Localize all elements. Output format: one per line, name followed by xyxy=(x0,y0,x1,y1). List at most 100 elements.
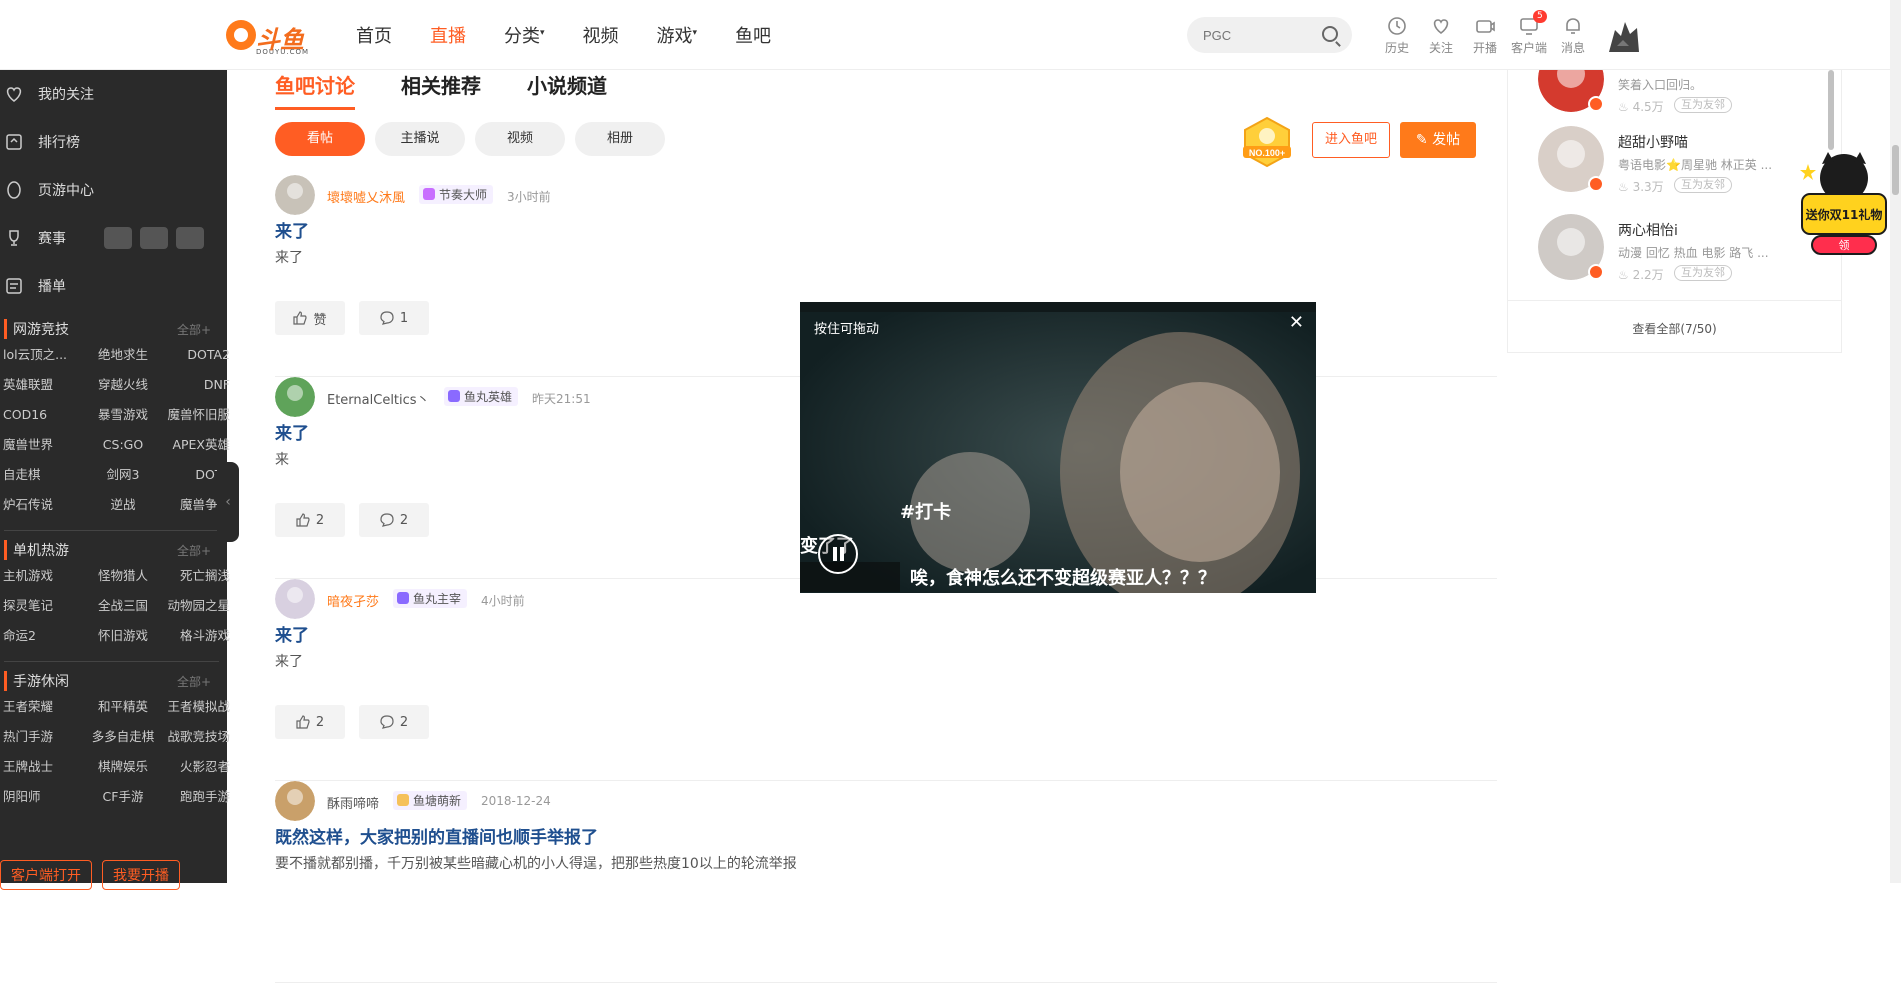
user-avatar[interactable] xyxy=(275,175,315,215)
category-title[interactable]: 手游休闲 xyxy=(4,671,69,691)
category-link[interactable]: 格斗游戏 xyxy=(163,621,230,651)
panel-scrollbar[interactable] xyxy=(1828,70,1834,150)
comment-button[interactable]: 1 xyxy=(359,301,429,335)
category-link[interactable]: 和平精英 xyxy=(83,692,163,722)
sidebar-collapse-toggle[interactable]: ‹ xyxy=(217,462,239,542)
category-link[interactable]: COD16 xyxy=(3,400,83,430)
category-link[interactable]: 魔兽世界 xyxy=(3,430,83,460)
category-link[interactable]: 主机游戏 xyxy=(3,561,83,591)
category-link[interactable]: 全战三国 xyxy=(83,591,163,621)
category-link[interactable]: CS:GO xyxy=(83,430,163,460)
page-scrollbar[interactable] xyxy=(1890,0,1901,883)
post-title[interactable]: 来了 xyxy=(275,217,309,242)
category-link[interactable]: 剑网3 xyxy=(83,460,163,490)
double11-gift-promo[interactable]: 送你双11礼物 领 xyxy=(1798,150,1890,262)
category-link[interactable]: 棋牌娱乐 xyxy=(83,752,163,782)
user-avatar[interactable] xyxy=(275,781,315,821)
filter-pill[interactable]: 看帖 xyxy=(275,122,365,156)
tournament-logo-icon[interactable] xyxy=(140,227,168,249)
category-link[interactable]: APEX英雄 xyxy=(163,430,230,460)
category-link[interactable]: 命运2 xyxy=(3,621,83,651)
comment-button[interactable]: 2 xyxy=(359,503,429,537)
comment-button[interactable]: 2 xyxy=(359,705,429,739)
category-link[interactable]: 跑跑手游 xyxy=(163,782,230,812)
category-link[interactable]: 死亡搁浅 xyxy=(163,561,230,591)
header-history-button[interactable]: 历史 xyxy=(1375,16,1419,56)
category-link[interactable]: 多多自走棋 xyxy=(83,722,163,752)
content-tab[interactable]: 鱼吧讨论 xyxy=(275,70,355,110)
close-video-icon[interactable]: ✕ xyxy=(1289,312,1304,333)
category-link[interactable]: 暴雪游戏 xyxy=(83,400,163,430)
filter-pill[interactable]: 主播说 xyxy=(375,122,465,156)
category-link[interactable]: CF手游 xyxy=(83,782,163,812)
recommended-user[interactable]: 两心相怡i 动漫 回忆 热血 电影 路飞 ... ♨ 2.2万 互为友邻 xyxy=(1538,214,1828,284)
pause-button-icon[interactable] xyxy=(818,534,858,574)
post-title[interactable]: 既然这样，大家把别的直播间也顺手举报了 xyxy=(275,823,598,848)
tournament-logo-icon[interactable] xyxy=(176,227,204,249)
category-link[interactable]: 热门手游 xyxy=(3,722,83,752)
category-link[interactable]: 怀旧游戏 xyxy=(83,621,163,651)
filter-pill[interactable]: 相册 xyxy=(575,122,665,156)
nav-item[interactable]: 游戏 xyxy=(657,22,693,48)
category-link[interactable]: 炉石传说 xyxy=(3,490,83,520)
sidebar-item[interactable]: 播单 xyxy=(0,262,227,310)
category-link[interactable]: 王者模拟战 xyxy=(163,692,230,722)
post-author[interactable]: 壞壞嘘乂沐風 xyxy=(327,187,405,206)
search-box[interactable] xyxy=(1187,17,1352,53)
category-link[interactable]: 王牌战士 xyxy=(3,752,83,782)
filter-pill[interactable]: 视频 xyxy=(475,122,565,156)
header-heart-button[interactable]: 关注 xyxy=(1419,16,1463,56)
category-link[interactable]: 火影忍者 xyxy=(163,752,230,782)
sidebar-item[interactable]: 页游中心 xyxy=(0,166,227,214)
user-avatar[interactable] xyxy=(275,579,315,619)
search-input[interactable] xyxy=(1187,17,1307,53)
floating-video-player[interactable]: 按住可拖动 ✕ #打卡 变了了 唉，食神怎么还不变超级赛亚人？？？ xyxy=(800,302,1316,593)
header-broadcast-button[interactable]: 开播 xyxy=(1463,16,1507,56)
search-icon[interactable] xyxy=(1322,26,1338,42)
sidebar-item[interactable]: 我的关注 xyxy=(0,70,227,118)
category-link[interactable]: 英雄联盟 xyxy=(3,370,83,400)
scrollbar-thumb[interactable] xyxy=(1892,145,1899,195)
recommended-user[interactable]: 超甜小野喵 粤语电影⭐周星驰 林正英 ... ♨ 3.3万 互为友邻 xyxy=(1538,126,1828,196)
post-title[interactable]: 来了 xyxy=(275,419,309,444)
like-button[interactable]: 2 xyxy=(275,705,345,739)
category-link[interactable]: 动物园之星 xyxy=(163,591,230,621)
category-link[interactable]: DNF xyxy=(163,370,230,400)
nav-item[interactable]: 视频 xyxy=(583,22,619,48)
category-link[interactable]: DOTA2 xyxy=(163,340,230,370)
user-avatar[interactable] xyxy=(275,377,315,417)
sidebar-item[interactable]: 排行榜 xyxy=(0,118,227,166)
category-link[interactable]: 探灵笔记 xyxy=(3,591,83,621)
header-bell-button[interactable]: 消息 xyxy=(1551,16,1595,56)
category-link[interactable]: 魔兽怀旧服 xyxy=(163,400,230,430)
view-all-link[interactable]: 查看全部(7/50) xyxy=(1508,320,1841,337)
category-more-link[interactable]: 全部+ xyxy=(177,542,211,559)
recommended-user-name[interactable]: 超甜小野喵 xyxy=(1618,132,1688,152)
post-item[interactable]: 酥雨啼啼 鱼塘萌新 2018-12-24 既然这样，大家把别的直播间也顺手举报了 要不播… xyxy=(275,781,1497,983)
start-broadcast-button[interactable]: 我要开播 xyxy=(102,860,180,890)
content-tab[interactable]: 小说频道 xyxy=(527,70,607,110)
post-author[interactable]: 暗夜孑莎 xyxy=(327,591,379,610)
category-link[interactable]: 自走棋 xyxy=(3,460,83,490)
category-title[interactable]: 单机热游 xyxy=(4,540,69,560)
category-link[interactable]: 怪物猎人 xyxy=(83,561,163,591)
post-title[interactable]: 来了 xyxy=(275,621,309,646)
category-link[interactable]: 战歌竞技场 xyxy=(163,722,230,752)
content-tab[interactable]: 相关推荐 xyxy=(401,70,481,110)
post-item[interactable]: 暗夜孑莎 鱼丸主宰 4小时前 来了 来了 2 2 xyxy=(275,579,1497,781)
like-button[interactable]: 2 xyxy=(275,503,345,537)
tournament-logo-icon[interactable] xyxy=(104,227,132,249)
category-more-link[interactable]: 全部+ xyxy=(177,673,211,690)
recommended-user-name[interactable]: 两心相怡i xyxy=(1618,220,1678,240)
enter-fishbar-button[interactable]: 进入鱼吧 xyxy=(1312,122,1390,158)
category-link[interactable]: 绝地求生 xyxy=(83,340,163,370)
category-link[interactable]: 阴阳师 xyxy=(3,782,83,812)
like-button[interactable]: 赞 xyxy=(275,301,345,335)
open-client-button[interactable]: 客户端打开 xyxy=(0,860,92,890)
nav-item[interactable]: 分类 xyxy=(504,22,540,48)
new-post-button[interactable]: ✎ 发帖 xyxy=(1400,122,1476,158)
nav-item[interactable]: 直播 xyxy=(430,22,466,48)
nav-item[interactable]: 首页 xyxy=(356,22,392,48)
category-link[interactable]: 逆战 xyxy=(83,490,163,520)
user-avatar[interactable] xyxy=(1603,16,1645,58)
